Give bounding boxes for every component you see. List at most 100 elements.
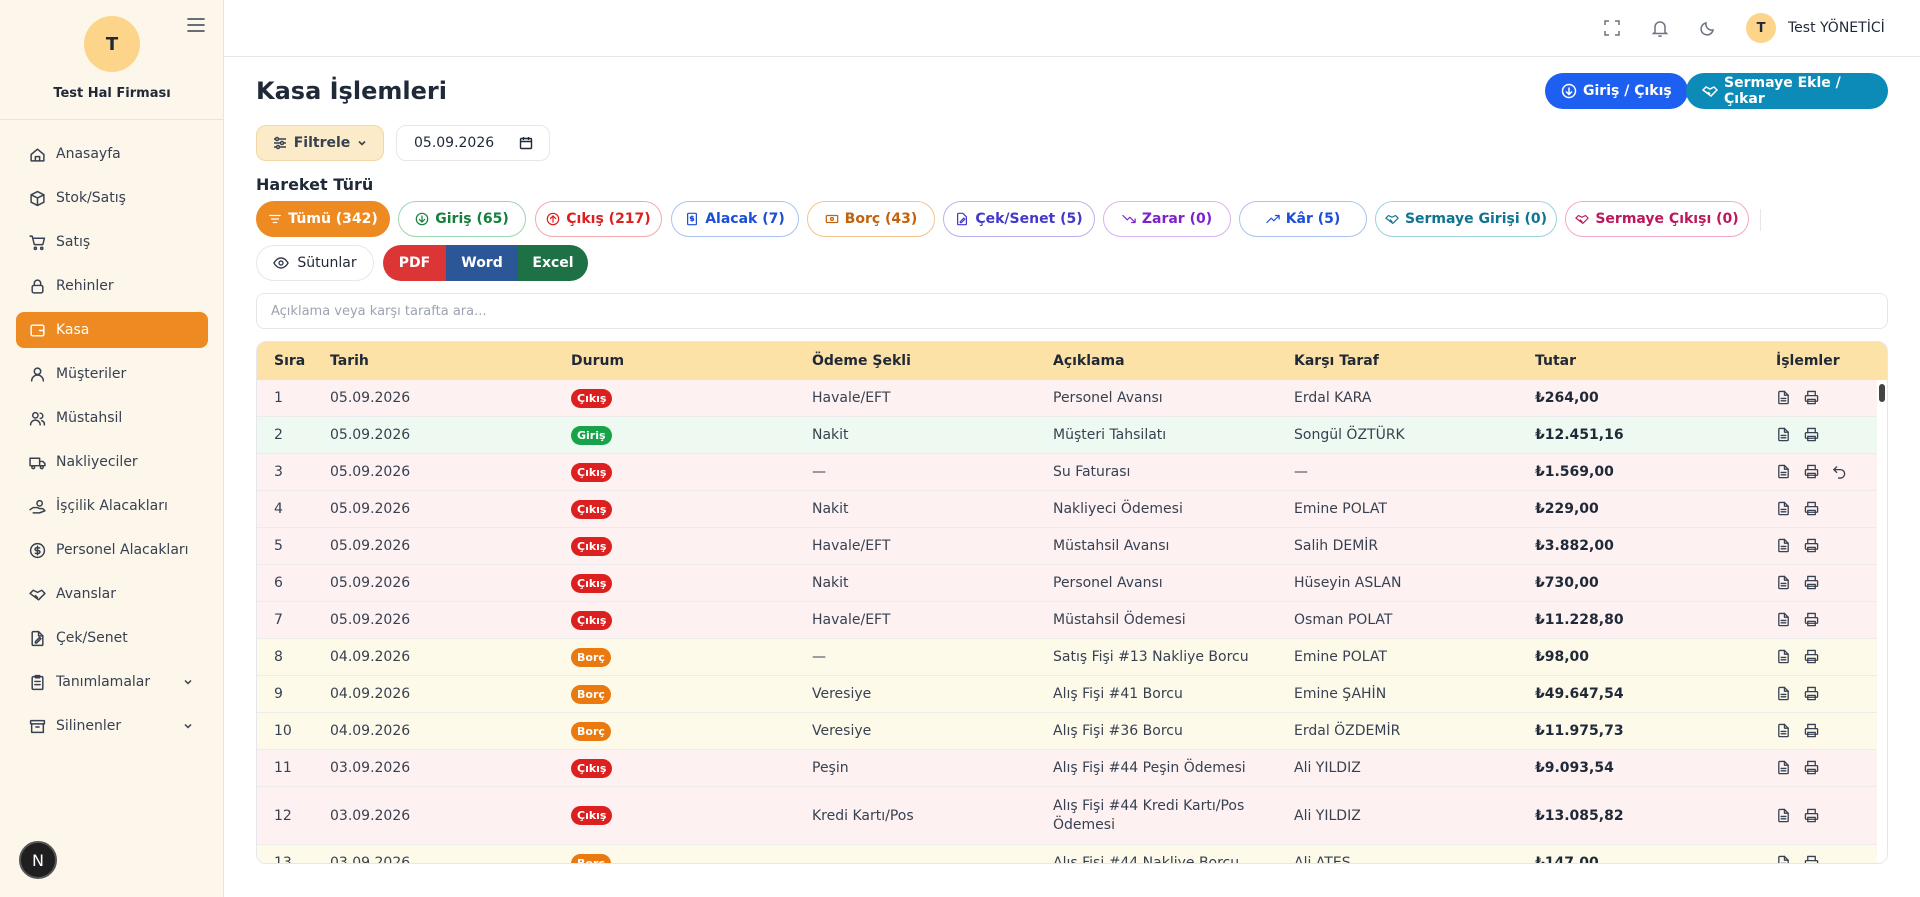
- sidebar-item-2[interactable]: Satış: [16, 224, 208, 260]
- entry-exit-button[interactable]: Giriş / Çıkış: [1545, 73, 1688, 109]
- chip-cikis[interactable]: Çıkış (217): [535, 201, 662, 237]
- cell-durum: Çıkış: [571, 610, 812, 630]
- user-menu[interactable]: T Test YÖNETİCİ: [1746, 13, 1885, 43]
- status-badge: Giriş: [571, 425, 612, 445]
- table-body: 1 05.09.2026 Çıkış Havale/EFT Personel Avans…: [257, 380, 1887, 863]
- table-row[interactable]: 13 03.09.2026 Borç Alış Fişi #44 Nakliye Bo…: [257, 845, 1877, 863]
- document-icon[interactable]: [1776, 612, 1792, 628]
- cell-odeme: Nakit: [812, 575, 849, 591]
- columns-button[interactable]: Sütunlar: [256, 245, 374, 281]
- sidebar-item-10[interactable]: Avanslar: [16, 576, 208, 612]
- chip-scikis[interactable]: Sermaye Çıkışı (0): [1565, 201, 1749, 237]
- table-row[interactable]: 10 04.09.2026 Borç Veresiye Alış Fişi #36 Bo…: [257, 713, 1877, 750]
- document-icon[interactable]: [1776, 760, 1792, 776]
- chip-borc[interactable]: Borç (43): [807, 201, 935, 237]
- cell-karsi: Emine ŞAHİN: [1294, 686, 1387, 702]
- bell-icon[interactable]: [1650, 18, 1670, 38]
- nextjs-badge[interactable]: N: [19, 841, 57, 879]
- table-scrollbar[interactable]: [1879, 384, 1885, 402]
- table-row[interactable]: 4 05.09.2026 Çıkış Nakit Nakliyeci Ödemesi Em…: [257, 491, 1877, 528]
- document-icon[interactable]: [1776, 686, 1792, 702]
- document-icon[interactable]: [1776, 855, 1792, 863]
- printer-icon[interactable]: [1804, 538, 1820, 554]
- table-row[interactable]: 1 05.09.2026 Çıkış Havale/EFT Personel Avans…: [257, 380, 1877, 417]
- chip-label: Kâr (5): [1285, 211, 1341, 227]
- cell-odeme: —: [812, 649, 826, 665]
- printer-icon[interactable]: [1804, 464, 1820, 480]
- sidebar-item-3[interactable]: Rehinler: [16, 268, 208, 304]
- header-karsi[interactable]: Karşı Taraf: [1294, 353, 1535, 369]
- printer-icon[interactable]: [1804, 501, 1820, 517]
- header-aciklama[interactable]: Açıklama: [1053, 352, 1294, 371]
- printer-icon[interactable]: [1804, 612, 1820, 628]
- document-icon[interactable]: [1776, 808, 1792, 824]
- document-icon[interactable]: [1776, 575, 1792, 591]
- chip-kar[interactable]: Kâr (5): [1239, 201, 1367, 237]
- printer-icon[interactable]: [1804, 723, 1820, 739]
- sidebar-item-6[interactable]: Müstahsil: [16, 400, 208, 436]
- undo-icon[interactable]: [1832, 464, 1848, 480]
- document-icon[interactable]: [1776, 427, 1792, 443]
- table-row[interactable]: 3 05.09.2026 Çıkış — Su Faturası — ₺1.569,00: [257, 454, 1877, 491]
- header-tutar[interactable]: Tutar: [1535, 353, 1776, 369]
- sidebar-item-12[interactable]: Tanımlamalar: [16, 664, 208, 700]
- document-icon[interactable]: [1776, 390, 1792, 406]
- table-row[interactable]: 7 05.09.2026 Çıkış Havale/EFT Müstahsil Ödem…: [257, 602, 1877, 639]
- chip-giris[interactable]: Giriş (65): [398, 201, 526, 237]
- sidebar-item-label: Müşteriler: [56, 366, 127, 382]
- printer-icon[interactable]: [1804, 427, 1820, 443]
- menu-icon[interactable]: [187, 17, 205, 33]
- calendar-icon[interactable]: [519, 136, 533, 150]
- chip-cek[interactable]: Çek/Senet (5): [943, 201, 1095, 237]
- sidebar-item-13[interactable]: Silinenler: [16, 708, 208, 744]
- sidebar-item-4[interactable]: Kasa: [16, 312, 208, 348]
- printer-icon[interactable]: [1804, 575, 1820, 591]
- sidebar-item-9[interactable]: Personel Alacakları: [16, 532, 208, 568]
- table-row[interactable]: 6 05.09.2026 Çıkış Nakit Personel Avansı Hüse…: [257, 565, 1877, 602]
- table-row[interactable]: 12 03.09.2026 Çıkış Kredi Kartı/Pos Alış Fiş…: [257, 787, 1877, 845]
- cell-sira: 10: [274, 723, 292, 739]
- moon-icon[interactable]: [1698, 18, 1718, 38]
- document-icon[interactable]: [1776, 723, 1792, 739]
- header-tarih[interactable]: Tarih: [330, 353, 571, 369]
- chip-alacak[interactable]: Alacak (7): [671, 201, 799, 237]
- sidebar-item-0[interactable]: Anasayfa: [16, 136, 208, 172]
- printer-icon[interactable]: [1804, 808, 1820, 824]
- table-row[interactable]: 2 05.09.2026 Giriş Nakit Müşteri Tahsilatı So…: [257, 417, 1877, 454]
- printer-icon[interactable]: [1804, 760, 1820, 776]
- chip-all[interactable]: Tümü (342): [256, 201, 390, 237]
- search-input[interactable]: Açıklama veya karşı tarafta ara...: [256, 293, 1888, 329]
- export-excel-button[interactable]: Excel: [518, 245, 588, 281]
- sidebar-item-5[interactable]: Müşteriler: [16, 356, 208, 392]
- document-icon[interactable]: [1776, 649, 1792, 665]
- chip-icon: [1575, 212, 1590, 226]
- header-durum[interactable]: Durum: [571, 353, 812, 369]
- export-pdf-button[interactable]: PDF: [383, 245, 446, 281]
- table-row[interactable]: 5 05.09.2026 Çıkış Havale/EFT Müstahsil Avan…: [257, 528, 1877, 565]
- filter-button[interactable]: Filtrele: [256, 125, 384, 161]
- fullscreen-icon[interactable]: [1602, 18, 1622, 38]
- company-avatar[interactable]: T: [84, 16, 140, 72]
- chip-label: Alacak (7): [705, 211, 785, 227]
- printer-icon[interactable]: [1804, 686, 1820, 702]
- capital-button[interactable]: Sermaye Ekle / Çıkar: [1686, 73, 1888, 109]
- date-field[interactable]: 05.09.2026: [396, 125, 550, 161]
- sidebar-item-8[interactable]: İşçilik Alacakları: [16, 488, 208, 524]
- table-row[interactable]: 11 03.09.2026 Çıkış Peşin Alış Fişi #44 Peşi…: [257, 750, 1877, 787]
- header-odeme[interactable]: Ödeme Şekli: [812, 353, 1053, 369]
- chip-zarar[interactable]: Zarar (0): [1103, 201, 1231, 237]
- document-icon[interactable]: [1776, 501, 1792, 517]
- printer-icon[interactable]: [1804, 649, 1820, 665]
- header-sira[interactable]: Sıra: [257, 353, 330, 369]
- document-icon[interactable]: [1776, 538, 1792, 554]
- sidebar-item-7[interactable]: Nakliyeciler: [16, 444, 208, 480]
- document-icon[interactable]: [1776, 464, 1792, 480]
- printer-icon[interactable]: [1804, 390, 1820, 406]
- chip-sgiris[interactable]: Sermaye Girişi (0): [1375, 201, 1557, 237]
- export-word-button[interactable]: Word: [446, 245, 518, 281]
- sidebar-item-11[interactable]: Çek/Senet: [16, 620, 208, 656]
- table-row[interactable]: 9 04.09.2026 Borç Veresiye Alış Fişi #41 Bor…: [257, 676, 1877, 713]
- sidebar-item-1[interactable]: Stok/Satış: [16, 180, 208, 216]
- table-row[interactable]: 8 04.09.2026 Borç — Satış Fişi #13 Nakliye B…: [257, 639, 1877, 676]
- printer-icon[interactable]: [1804, 855, 1820, 863]
